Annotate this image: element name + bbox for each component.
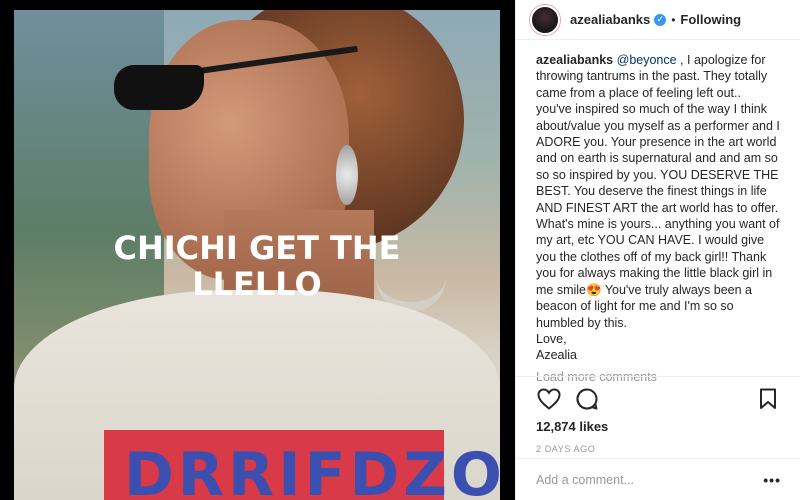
caption-paragraph: azealiabanks @beyonce , I apologize for … xyxy=(536,52,780,364)
post-side-panel: azealiabanks ✓ • Following azealiabanks … xyxy=(515,0,800,500)
post-image[interactable]: DRRIFDZO CHICHI GET THE LLELLO xyxy=(0,0,515,500)
following-button[interactable]: Following xyxy=(680,12,741,27)
comment-input[interactable] xyxy=(536,472,764,487)
comment-icon[interactable] xyxy=(574,386,600,412)
likes-count[interactable]: 12,874 likes xyxy=(536,419,781,434)
caption-mention-link[interactable]: @beyonce xyxy=(617,53,677,67)
heart-icon[interactable] xyxy=(536,386,562,412)
caption-text: , I apologize for throwing tantrums in t… xyxy=(536,53,780,363)
photo-sunglasses xyxy=(114,65,204,110)
action-icons-row xyxy=(536,385,781,413)
verified-badge-icon: ✓ xyxy=(654,13,667,26)
header-separator: • xyxy=(671,12,676,27)
shirt-print-text: DRRIFDZO xyxy=(124,440,500,500)
post-actions: 12,874 likes 2 DAYS AGO xyxy=(516,376,800,454)
post-date: 2 DAYS AGO xyxy=(536,444,596,454)
caption-username[interactable]: azealiabanks xyxy=(536,53,613,67)
more-options-icon[interactable]: ••• xyxy=(763,472,781,488)
post-overlay-text: CHICHI GET THE LLELLO xyxy=(14,230,500,302)
header-username[interactable]: azealiabanks xyxy=(570,12,650,27)
bookmark-icon[interactable] xyxy=(755,386,781,412)
overlay-line-1: CHICHI GET THE xyxy=(113,229,401,267)
post-caption: azealiabanks @beyonce , I apologize for … xyxy=(516,40,800,364)
photo-shirt-print: DRRIFDZO xyxy=(104,430,500,500)
photo-earring xyxy=(336,145,358,205)
post-header: azealiabanks ✓ • Following xyxy=(516,0,800,40)
comment-bar: ••• xyxy=(516,458,800,500)
avatar[interactable] xyxy=(530,4,560,35)
overlay-line-2: LLELLO xyxy=(192,265,322,303)
